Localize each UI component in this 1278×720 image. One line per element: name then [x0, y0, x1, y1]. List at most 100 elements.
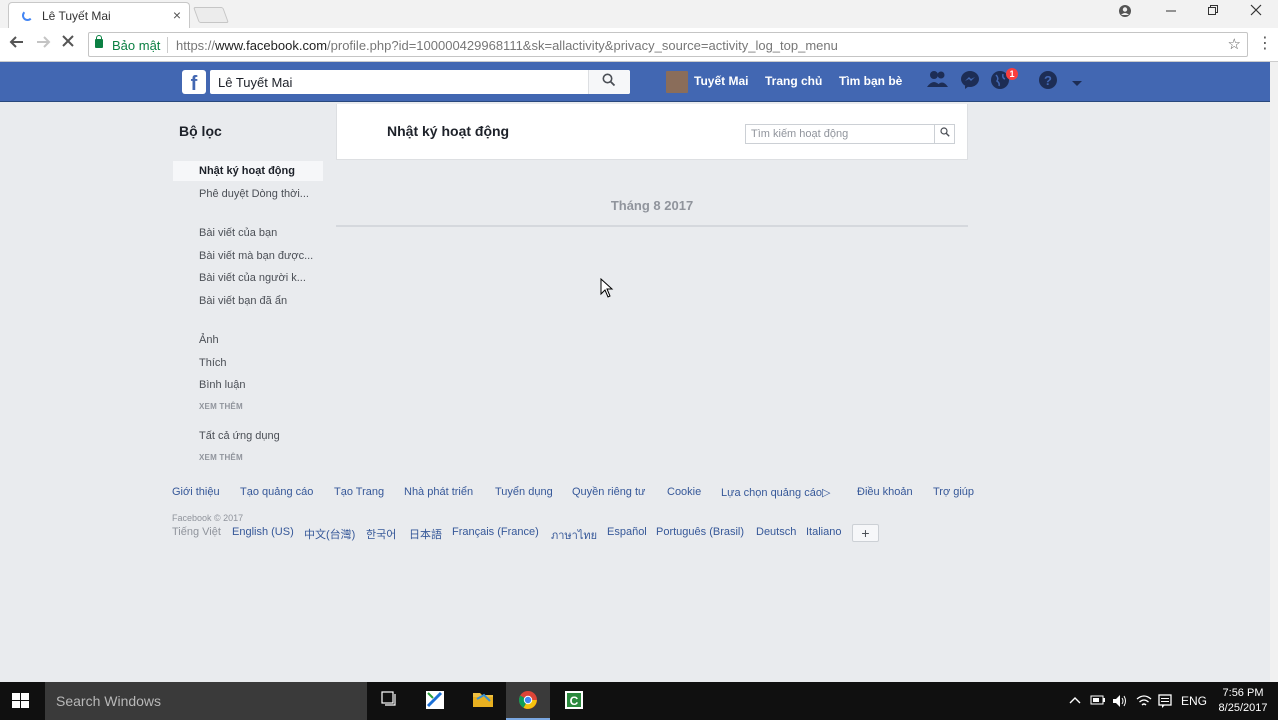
account-menu-caret-icon[interactable]	[1065, 70, 1089, 94]
language-link[interactable]: English (US)	[232, 526, 294, 538]
language-link[interactable]: Português (Brasil)	[656, 526, 744, 538]
wifi-icon[interactable]	[1136, 694, 1152, 711]
filter-item-photos[interactable]: Ảnh	[199, 334, 219, 346]
forward-icon[interactable]	[35, 34, 51, 55]
task-view-button[interactable]	[368, 682, 412, 720]
filter-item-others-posts[interactable]: Bài viết của người k...	[199, 272, 306, 284]
help-icon[interactable]: ?	[1036, 70, 1060, 94]
footer-link-ad-choices[interactable]: Lựa chọn quảng cáo▷	[721, 486, 830, 499]
facebook-header: f Lê Tuyết Mai Tuyết Mai Trang chủ Tìm b…	[0, 62, 1270, 102]
language-link[interactable]: Italiano	[806, 526, 841, 538]
language-link[interactable]: 日本語	[409, 526, 442, 542]
taskbar-app-editor[interactable]	[413, 682, 457, 720]
input-language[interactable]: ENG	[1181, 694, 1207, 708]
copyright-text: Facebook © 2017	[172, 513, 244, 523]
language-link[interactable]: 한국어	[366, 526, 396, 542]
loading-spinner-icon	[22, 10, 33, 21]
page-scrollbar[interactable]	[1270, 62, 1278, 682]
address-bar[interactable]: Bảo mật https://www.facebook.com/profile…	[88, 32, 1248, 57]
windows-start-icon[interactable]	[12, 693, 30, 709]
tab-title: Lê Tuyết Mai	[42, 9, 111, 23]
language-link[interactable]: ภาษาไทย	[551, 526, 597, 544]
facebook-logo[interactable]: f	[182, 70, 206, 94]
find-friends-link[interactable]: Tìm bạn bè	[839, 74, 902, 88]
facebook-search-button[interactable]	[588, 70, 630, 94]
close-window-icon[interactable]	[1250, 4, 1262, 19]
footer-link-create-page[interactable]: Tạo Trang	[334, 486, 384, 498]
new-tab-button[interactable]	[193, 7, 229, 23]
stop-loading-icon[interactable]	[61, 34, 75, 53]
filter-item-activity-log[interactable]: Nhật ký hoạt động	[199, 165, 295, 177]
filter-title: Bộ lọc	[179, 123, 222, 139]
home-link[interactable]: Trang chủ	[765, 74, 822, 88]
footer-link-help[interactable]: Trợ giúp	[933, 486, 974, 498]
minimize-icon[interactable]	[1165, 4, 1177, 19]
footer-link-developers[interactable]: Nhà phát triển	[404, 486, 473, 498]
windows-taskbar: Search Windows C ENG	[0, 682, 1278, 720]
filter-item-all-apps[interactable]: Tất cả ứng dụng	[199, 430, 280, 442]
friend-requests-icon[interactable]	[926, 70, 950, 94]
ad-choices-icon: ▷	[821, 487, 831, 499]
language-link[interactable]: Français (France)	[452, 526, 539, 538]
search-icon	[602, 73, 616, 90]
search-icon[interactable]	[934, 125, 954, 143]
month-heading: Tháng 8 2017	[610, 198, 694, 213]
camtasia-icon: C	[564, 690, 584, 710]
facebook-search-input[interactable]: Lê Tuyết Mai	[218, 75, 292, 90]
browser-tab[interactable]: Lê Tuyết Mai ×	[8, 2, 190, 28]
footer-link-create-ad[interactable]: Tạo quảng cáo	[240, 486, 313, 498]
restore-icon[interactable]	[1207, 4, 1219, 19]
activity-log-title: Nhật ký hoạt động	[387, 123, 510, 139]
action-center-icon[interactable]	[1158, 694, 1172, 711]
back-icon[interactable]	[9, 34, 25, 55]
filter-item-your-posts[interactable]: Bài viết của bạn	[199, 227, 277, 239]
taskbar-app-chrome[interactable]	[506, 682, 550, 720]
facebook-search-box[interactable]: Lê Tuyết Mai	[210, 70, 630, 94]
chrome-icon	[518, 690, 538, 710]
taskbar-app-explorer[interactable]	[460, 682, 504, 720]
url-text[interactable]: https://www.facebook.com/profile.php?id=…	[176, 38, 838, 53]
tray-expand-icon[interactable]	[1069, 694, 1081, 708]
language-link[interactable]: Español	[607, 526, 647, 538]
footer-link-careers[interactable]: Tuyển dụng	[495, 486, 553, 498]
bookmark-star-icon[interactable]: ☆	[1228, 35, 1241, 53]
taskbar-search-input[interactable]: Search Windows	[56, 693, 161, 709]
tab-close-icon[interactable]: ×	[173, 7, 181, 23]
filter-item-hidden-posts[interactable]: Bài viết bạn đã ẩn	[199, 295, 287, 307]
profile-avatar[interactable]	[666, 71, 688, 93]
browser-toolbar: Bảo mật https://www.facebook.com/profile…	[0, 28, 1278, 62]
svg-text:C: C	[570, 694, 579, 708]
add-language-button[interactable]: +	[852, 524, 879, 542]
browser-menu-icon[interactable]: ⋮	[1257, 33, 1273, 53]
address-separator	[167, 37, 168, 53]
activity-log-header: Nhật ký hoạt động	[336, 104, 968, 160]
profile-link[interactable]: Tuyết Mai	[694, 74, 748, 88]
battery-icon[interactable]	[1090, 694, 1106, 708]
see-more-link[interactable]: XEM THÊM	[199, 402, 243, 411]
activity-search-box[interactable]	[745, 124, 955, 144]
activity-search-input[interactable]	[746, 125, 934, 143]
filter-item-likes[interactable]: Thích	[199, 357, 227, 369]
filter-item-posts-tagged[interactable]: Bài viết mà bạn được...	[199, 250, 313, 262]
footer-link-about[interactable]: Giới thiệu	[172, 486, 220, 498]
clock-date: 8/25/2017	[1218, 702, 1268, 714]
volume-icon[interactable]	[1112, 694, 1128, 711]
svg-text:?: ?	[1044, 73, 1052, 88]
footer-link-terms[interactable]: Điều khoản	[857, 486, 913, 498]
month-divider	[336, 225, 968, 227]
taskbar-app-camtasia[interactable]: C	[552, 682, 596, 720]
filter-item-timeline-review[interactable]: Phê duyệt Dòng thời...	[199, 188, 309, 200]
profile-icon[interactable]	[1118, 4, 1132, 21]
footer-link-privacy[interactable]: Quyền riêng tư	[572, 486, 645, 498]
language-link[interactable]: 中文(台灣)	[304, 526, 355, 542]
taskbar-clock[interactable]: 7:56 PM 8/25/2017	[1218, 686, 1268, 716]
see-more-apps-link[interactable]: XEM THÊM	[199, 453, 243, 462]
language-current: Tiếng Việt	[172, 526, 221, 538]
lock-icon	[95, 35, 103, 48]
footer-link-cookies[interactable]: Cookie	[667, 486, 701, 498]
taskbar-search-box[interactable]: Search Windows	[45, 682, 367, 720]
language-link[interactable]: Deutsch	[756, 526, 796, 538]
filter-item-comments[interactable]: Bình luận	[199, 379, 245, 391]
browser-tab-strip: Lê Tuyết Mai ×	[0, 0, 1278, 28]
messenger-icon[interactable]	[958, 70, 982, 94]
